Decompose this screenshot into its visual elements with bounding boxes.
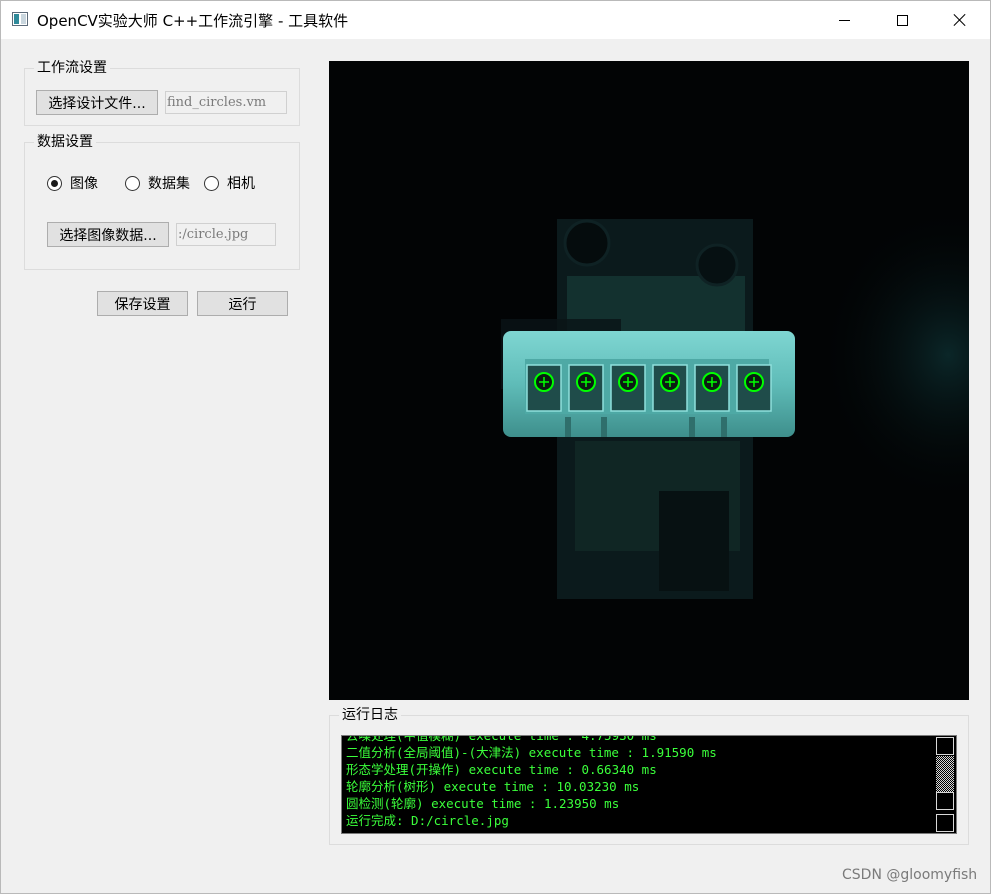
watermark: CSDN @gloomyfish [842,867,978,883]
log-line: 运行完成: D:/circle.jpg [346,813,509,828]
minimize-button[interactable] [815,1,873,39]
result-image [329,61,969,700]
run-log-title: 运行日志 [339,706,401,724]
data-settings-title: 数据设置 [34,133,96,151]
log-line: 形态学处理(开操作) execute time : 0.66340 ms [346,762,657,777]
scroll-down-button[interactable] [936,814,954,832]
design-file-field[interactable]: find_circles.vm [165,91,287,114]
select-design-file-button[interactable]: 选择设计文件... [36,90,158,115]
log-line: 二值分析(全局阈值)-(大津法) execute time : 1.91590 … [346,745,717,760]
log-scrollbar[interactable] [934,736,956,833]
scroll-track[interactable] [936,756,954,792]
log-line: 去噪处理(中值模糊) execute time : 4.75930 ms [346,735,657,743]
image-file-field[interactable]: :/circle.jpg [176,223,276,246]
save-settings-button[interactable]: 保存设置 [97,291,188,316]
minimize-icon [838,19,850,21]
window-title: OpenCV实验大师 C++工作流引擎 - 工具软件 [37,12,349,30]
radio-camera-label: 相机 [227,176,255,192]
close-icon [953,13,967,27]
radio-image-indicator [47,175,62,191]
run-button[interactable]: 运行 [197,291,288,316]
radio-dataset-label: 数据集 [148,176,190,192]
select-image-data-button[interactable]: 选择图像数据... [47,222,169,247]
radio-camera-indicator [204,175,219,191]
app-window: OpenCV实验大师 C++工作流引擎 - 工具软件 工作流设置 选择设计文件.… [0,0,991,894]
radio-image[interactable]: 图像 [47,173,98,193]
maximize-button[interactable] [873,1,931,39]
app-icon [12,12,28,26]
close-button[interactable] [931,1,989,39]
radio-dataset-indicator [125,175,140,191]
workflow-settings-title: 工作流设置 [34,59,110,77]
radio-image-label: 图像 [70,176,98,192]
scroll-thumb[interactable] [936,792,954,810]
radio-camera[interactable]: 相机 [204,173,255,193]
log-lines: 去噪处理(中值模糊) execute time : 4.75930 ms 二值分… [346,735,932,829]
scroll-up-button[interactable] [936,737,954,755]
maximize-icon [896,14,908,26]
log-line: 轮廓分析(树形) execute time : 10.03230 ms [346,779,640,794]
log-output[interactable]: 去噪处理(中值模糊) execute time : 4.75930 ms 二值分… [341,735,957,834]
radio-dataset[interactable]: 数据集 [125,173,190,193]
title-bar[interactable]: OpenCV实验大师 C++工作流引擎 - 工具软件 [1,1,990,39]
data-settings-group: 数据设置 [24,133,300,270]
log-line: 圆检测(轮廓) execute time : 1.23950 ms [346,796,620,811]
image-view [329,61,969,700]
